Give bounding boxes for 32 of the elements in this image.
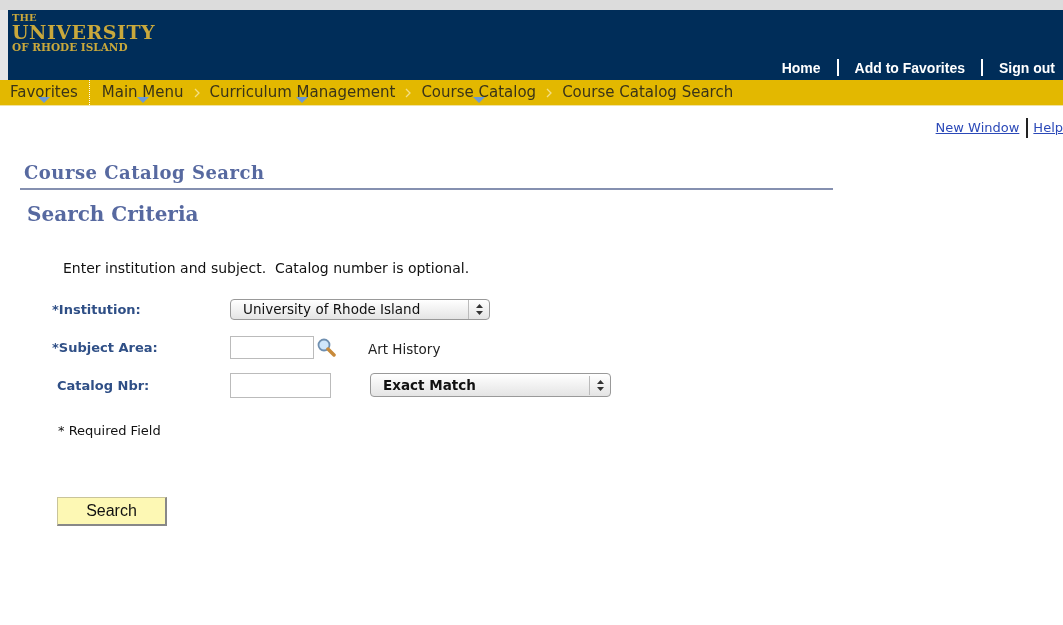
dropdown-arrows-icon [475, 303, 483, 315]
field-label: Catalog Nbr: [56, 377, 151, 393]
breadcrumb-link[interactable]: Favorites [10, 80, 78, 105]
section-title: Search Criteria [27, 202, 199, 226]
dropdown-triangle-icon [136, 97, 149, 103]
breadcrumb-link[interactable]: Course Catalog [421, 80, 537, 105]
dropdown-triangle-icon [37, 97, 50, 103]
chevron-icon [405, 87, 412, 98]
field-label: *Subject Area: [52, 339, 159, 355]
university-logo: THE UNIVERSITY OF RHODE ISLAND [11, 11, 156, 53]
search-icon[interactable] [316, 337, 336, 357]
search-button[interactable]: Search [57, 497, 167, 526]
breadcrumb-link[interactable]: Course Catalog Search [562, 80, 734, 105]
institution-select[interactable]: University of Rhode Island [230, 298, 490, 320]
header-link[interactable]: Sign out [999, 59, 1055, 76]
dropdown-arrows-icon [596, 379, 604, 391]
match-type-select[interactable]: Exact Match [370, 373, 611, 397]
field-label: *Institution: [52, 301, 142, 317]
header-link[interactable]: Home [781, 59, 821, 76]
subject-input-field[interactable] [230, 335, 314, 359]
chevron-icon [193, 87, 200, 98]
catalog-number-input-field[interactable] [230, 372, 331, 398]
header-link[interactable]: Add to Favorites [854, 59, 965, 76]
breadcrumb-link[interactable]: Main Menu [101, 80, 184, 105]
instructions-text: Enter institution and subject. Catalog number is optional. [63, 260, 470, 276]
breadcrumb-link[interactable]: Curriculum Management [209, 80, 396, 105]
subject-description: Art History [368, 341, 441, 357]
required-field-note: * Required Field [58, 423, 161, 438]
page-link[interactable]: New Window [935, 120, 1020, 135]
page-link[interactable]: Help [1033, 120, 1063, 135]
chevron-icon [546, 87, 553, 98]
page-title: Course Catalog Search [20, 162, 833, 190]
